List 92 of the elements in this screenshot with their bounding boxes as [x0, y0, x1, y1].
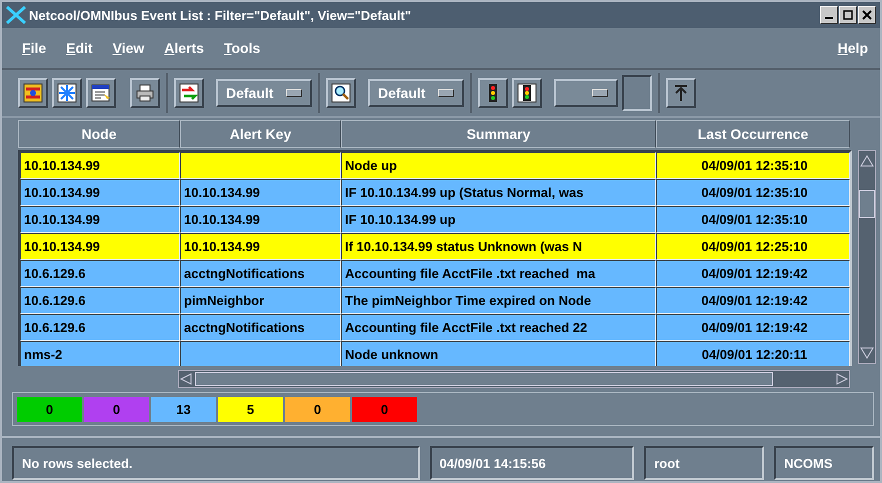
table-cell: 04/09/01 12:19:42: [701, 320, 808, 335]
severity-count[interactable]: 0: [285, 396, 350, 422]
table-cell: 10.10.134.99: [24, 185, 100, 200]
table-cell: IF 10.10.134.99 up (Status Normal, was: [345, 185, 584, 200]
up-arrow-icon: [860, 154, 874, 168]
table-cell: 10.6.129.6: [24, 266, 86, 281]
table-cell: Node up: [345, 158, 397, 173]
arrows-icon: [179, 83, 199, 103]
down-arrow-icon: [860, 346, 874, 360]
table-cell: 10.10.134.99: [184, 239, 260, 254]
colorful-picture-icon: [23, 83, 43, 103]
status-server: NCOMS: [774, 446, 874, 480]
menu-item[interactable]: File: [22, 40, 46, 56]
dropdown[interactable]: [554, 79, 618, 107]
table-cell: pimNeighbor: [184, 293, 264, 308]
framed-traffic-light-icon: [517, 83, 537, 103]
table-cell: 04/09/01 12:19:42: [701, 293, 808, 308]
event-row[interactable]: 10.10.134.99 10.10.134.99 IF 10.10.134.99 up (Status Normal, was 04/09/01 12:35:10: [20, 179, 850, 206]
minimize-icon: [825, 17, 833, 19]
toolbar-button[interactable]: [86, 78, 116, 108]
table-cell: 10.10.134.99: [184, 212, 260, 227]
search-button[interactable]: [326, 78, 356, 108]
toolbar-button[interactable]: [478, 78, 508, 108]
table-cell: 10.10.134.99: [24, 239, 100, 254]
menu-item[interactable]: View: [112, 40, 144, 56]
table-cell: 10.10.134.99: [184, 185, 260, 200]
column-header[interactable]: Alert Key: [180, 120, 341, 148]
table-cell: 10.10.134.99: [24, 212, 100, 227]
close-icon: [862, 10, 872, 20]
severity-count[interactable]: 0: [84, 396, 149, 422]
grid-icon: [57, 83, 77, 103]
table-cell: nms-2: [24, 347, 62, 362]
event-row[interactable]: 10.6.129.6 acctngNotifications Accounting file AcctFile .txt reached 22 04/09/01 12:19:42: [20, 314, 850, 341]
severity-count[interactable]: 0: [352, 396, 417, 422]
x-logo-icon: [6, 6, 26, 24]
toolbar-button[interactable]: [18, 78, 48, 108]
window-title: Netcool/OMNIbus Event List : Filter="Default", View="Default": [29, 8, 412, 22]
scroll-to-top-button[interactable]: [666, 78, 696, 108]
blank-panel: [622, 75, 652, 111]
menu-item[interactable]: Alerts: [164, 40, 204, 56]
filter-dropdown[interactable]: Default: [216, 79, 312, 107]
print-button[interactable]: [130, 78, 160, 108]
left-arrow-icon: [179, 373, 193, 385]
table-cell: The pimNeighbor Time expired on Node: [345, 293, 592, 308]
severity-count[interactable]: 13: [151, 396, 216, 422]
table-cell: 04/09/01 12:35:10: [701, 185, 808, 200]
status-time: 04/09/01 14:15:56: [430, 446, 634, 480]
close-button[interactable]: [858, 6, 876, 24]
table-cell: 10.6.129.6: [24, 320, 86, 335]
event-row[interactable]: 10.6.129.6 acctngNotifications Accounting file AcctFile .txt reached ma 04/09/01 12:19:42: [20, 260, 850, 287]
table-cell: 04/09/01 12:20:11: [702, 347, 808, 362]
view-dropdown[interactable]: Default: [368, 79, 464, 107]
table-cell: acctngNotifications: [184, 266, 305, 281]
event-row[interactable]: 10.10.134.99 10.10.134.99 If 10.10.134.99 status Unknown (was N 04/09/01 12:25:10: [20, 233, 850, 260]
arrow-to-top-icon: [673, 84, 689, 102]
toolbar-button[interactable]: [512, 78, 542, 108]
severity-count[interactable]: 0: [17, 396, 82, 422]
table-cell: IF 10.10.134.99 up: [345, 212, 456, 227]
table-cell: 04/09/01 12:35:10: [701, 212, 808, 227]
table-cell: Node unknown: [345, 347, 438, 362]
table-cell: Accounting file AcctFile .txt reached ma: [345, 266, 596, 281]
table-cell: 10.10.134.99: [24, 158, 100, 173]
column-header[interactable]: Node: [18, 120, 180, 148]
table-cell: 04/09/01 12:25:10: [701, 239, 808, 254]
maximize-button[interactable]: [839, 6, 857, 24]
search-icon: [331, 83, 351, 103]
toolbar-button[interactable]: [174, 78, 204, 108]
event-row[interactable]: 10.10.134.99 10.10.134.99 IF 10.10.134.99 up 04/09/01 12:35:10: [20, 206, 850, 233]
table-cell: acctngNotifications: [184, 320, 305, 335]
menu-item[interactable]: Help: [838, 40, 868, 56]
severity-count[interactable]: 5: [218, 396, 283, 422]
table-cell: Accounting file AcctFile .txt reached 22: [345, 320, 588, 335]
maximize-icon: [843, 10, 853, 20]
table-cell: If 10.10.134.99 status Unknown (was N: [345, 239, 582, 254]
table-cell: 10.6.129.6: [24, 293, 86, 308]
event-row[interactable]: 10.10.134.99 Node up 04/09/01 12:35:10: [20, 152, 850, 179]
minimize-button[interactable]: [820, 6, 838, 24]
column-header[interactable]: Summary: [341, 120, 656, 148]
status-message: No rows selected.: [12, 446, 420, 480]
window-list-icon: [91, 83, 111, 103]
vertical-scrollbar[interactable]: [858, 150, 876, 364]
printer-icon: [135, 83, 155, 103]
event-row[interactable]: 10.6.129.6 pimNeighbor The pimNeighbor Time expired on Node 04/09/01 12:19:42: [20, 287, 850, 314]
table-cell: 04/09/01 12:35:10: [701, 158, 808, 173]
right-arrow-icon: [835, 373, 849, 385]
table-cell: 04/09/01 12:19:42: [701, 266, 808, 281]
status-user: root: [644, 446, 764, 480]
event-row[interactable]: nms-2 Node unknown 04/09/01 12:20:11: [20, 341, 850, 366]
toolbar-button[interactable]: [52, 78, 82, 108]
column-header[interactable]: Last Occurrence: [656, 120, 850, 148]
menu-item[interactable]: Edit: [66, 40, 93, 56]
menu-item[interactable]: Tools: [224, 40, 260, 56]
